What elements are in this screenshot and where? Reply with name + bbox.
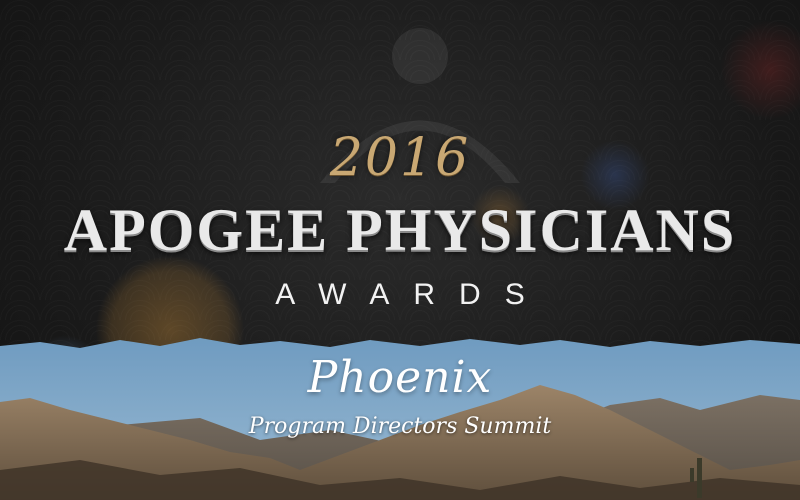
awards-banner: 2016 APOGEE PHYSICIANS AWARDS Phoenix Pr… bbox=[0, 0, 800, 500]
event-city: Phoenix bbox=[307, 352, 493, 403]
event-name: Program Directors Summit bbox=[248, 414, 552, 439]
